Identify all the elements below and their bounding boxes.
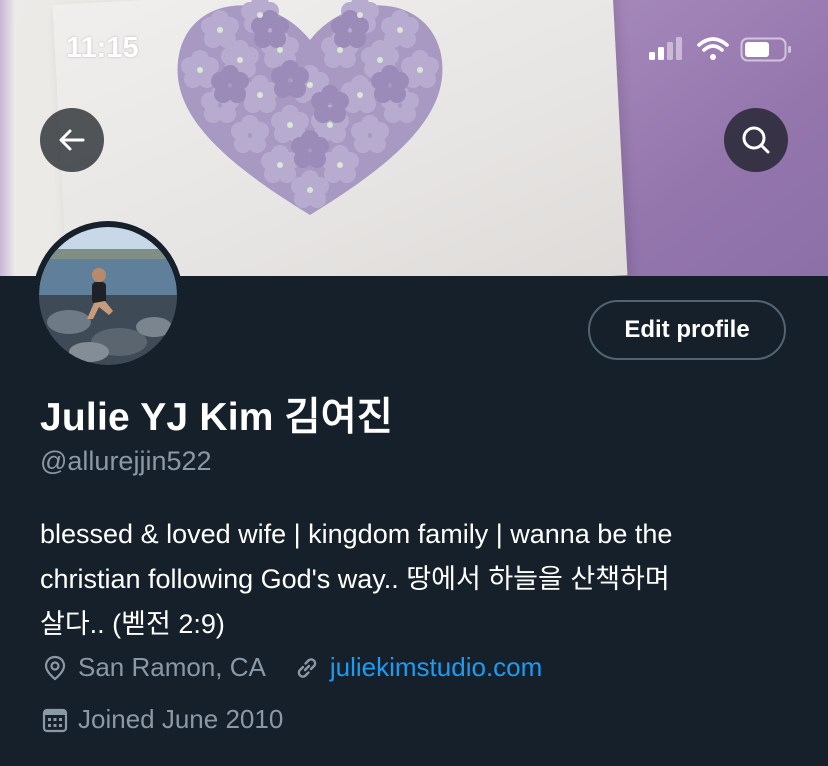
profile-bio: blessed & loved wife | kingdom family | … xyxy=(40,512,800,647)
back-button[interactable] xyxy=(40,108,104,172)
flower-heart-decoration xyxy=(177,0,443,216)
edit-profile-button[interactable]: Edit profile xyxy=(588,300,786,360)
display-name: Julie YJ Kim 김여진 xyxy=(40,396,393,439)
battery-icon xyxy=(740,37,791,62)
avatar-photo xyxy=(39,227,177,365)
profile-location: San Ramon, CA xyxy=(78,652,266,682)
profile-meta-row: San Ramon, CA juliekimstudio.com xyxy=(40,652,542,683)
bio-line: 살다.. (벧전 2:9) xyxy=(40,609,225,639)
search-icon xyxy=(742,126,770,154)
signal-icon xyxy=(649,37,682,60)
search-button[interactable] xyxy=(724,108,788,172)
bio-line: blessed & loved wife | kingdom family | … xyxy=(40,519,673,549)
status-bar-icons xyxy=(649,36,794,69)
profile-joined-date: Joined June 2010 xyxy=(78,704,284,734)
profile-joined-row: Joined June 2010 xyxy=(40,704,283,735)
profile-avatar[interactable] xyxy=(33,221,183,371)
user-handle: @allurejjin522 xyxy=(40,446,212,476)
calendar-icon xyxy=(40,705,70,735)
arrow-left-icon xyxy=(59,129,85,151)
status-bar-time: 11:15 xyxy=(66,32,139,64)
banner-left-edge xyxy=(0,0,14,276)
wifi-icon xyxy=(697,37,729,60)
bio-line: christian following God's way.. 땅에서 하늘을 … xyxy=(40,564,670,594)
location-pin-icon xyxy=(40,653,70,683)
profile-website-link[interactable]: juliekimstudio.com xyxy=(330,652,542,683)
link-icon xyxy=(292,653,322,683)
